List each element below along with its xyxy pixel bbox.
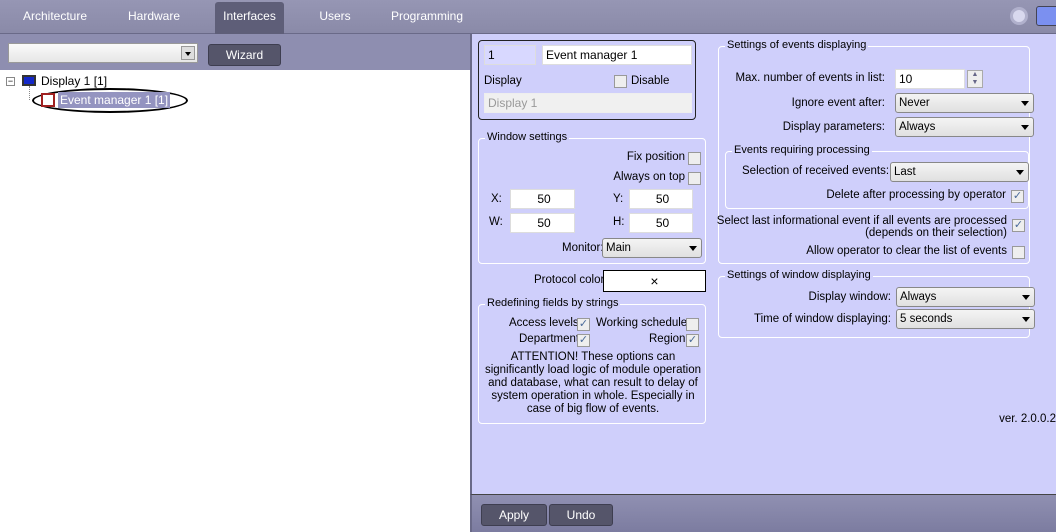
apply-button[interactable]: Apply xyxy=(481,504,547,526)
wizard-button[interactable]: Wizard xyxy=(208,44,281,66)
access-levels-label: Access levels xyxy=(509,317,579,329)
monitor-label: Monitor: xyxy=(562,242,604,254)
monitor-select[interactable]: Main xyxy=(602,238,702,258)
delete-after-checkbox[interactable]: ✓ xyxy=(1011,190,1024,203)
max-events-label: Max. number of events in list: xyxy=(735,72,885,84)
chevron-down-icon xyxy=(1016,170,1024,175)
window-settings-group: Window settings Fix position Always on t… xyxy=(478,131,706,264)
time-label: Time of window displaying: xyxy=(754,313,891,325)
time-select[interactable]: 5 seconds xyxy=(896,309,1035,329)
always-on-top-checkbox[interactable] xyxy=(688,172,701,185)
tree-item-event-manager[interactable]: Event manager 1 [1] xyxy=(58,92,171,108)
events-displaying-group: Settings of events displaying Max. numbe… xyxy=(717,39,1034,264)
working-schedule-label: Working schedule xyxy=(596,317,688,329)
ignore-event-value: Never xyxy=(899,97,930,109)
display-label: Display xyxy=(484,75,522,87)
redefining-group: Redefining fields by strings Access leve… xyxy=(478,297,706,424)
event-manager-icon xyxy=(41,93,55,107)
region-checkbox[interactable]: ✓ xyxy=(686,334,699,347)
max-events-field[interactable]: 10 xyxy=(895,69,965,89)
tab-users[interactable]: Users xyxy=(310,2,360,34)
display-icon xyxy=(22,75,36,86)
display-window-select[interactable]: Always xyxy=(896,287,1035,307)
monitor-value: Main xyxy=(606,242,631,254)
object-box: 1 Event manager 1 Display Disable Displa… xyxy=(478,40,696,120)
ignore-event-label: Ignore event after: xyxy=(791,97,885,109)
toolbar: Wizard xyxy=(0,34,470,70)
tab-interfaces[interactable]: Interfaces xyxy=(215,2,284,34)
requiring-group: Events requiring processing Selection of… xyxy=(725,144,1029,209)
version-label: ver. 2.0.0.2 xyxy=(999,413,1056,425)
tree-line xyxy=(29,86,30,100)
y-field[interactable]: 50 xyxy=(629,189,693,209)
display-select[interactable]: Display 1 xyxy=(484,93,692,113)
top-navigation: Architecture Hardware Interfaces Users P… xyxy=(0,0,1056,34)
allow-clear-checkbox[interactable] xyxy=(1012,246,1025,259)
protocol-color-picker[interactable]: × xyxy=(603,270,706,292)
display-window-label: Display window: xyxy=(808,291,891,303)
display-params-label: Display parameters: xyxy=(782,121,885,133)
time-value: 5 seconds xyxy=(900,313,953,325)
spinner-icon[interactable]: ▲ ▼ xyxy=(967,70,983,88)
select-last-label: Select last informational event if all e… xyxy=(717,215,1007,239)
select-last-line1: Select last informational event if all e… xyxy=(716,215,1007,227)
tab-programming[interactable]: Programming xyxy=(388,2,466,34)
display-window-value: Always xyxy=(900,291,937,303)
bottom-bar: Apply Undo xyxy=(470,494,1056,532)
ignore-event-select[interactable]: Never xyxy=(895,93,1034,113)
object-id-field[interactable]: 1 xyxy=(484,45,536,65)
settings-panel: 1 Event manager 1 Display Disable Displa… xyxy=(470,34,1056,494)
h-field[interactable]: 50 xyxy=(629,213,693,233)
always-on-top-label: Always on top xyxy=(613,171,685,183)
object-select[interactable] xyxy=(8,43,198,63)
department-checkbox[interactable]: ✓ xyxy=(577,334,590,347)
select-last-line2: (depends on their selection) xyxy=(865,227,1007,239)
w-label: W: xyxy=(489,216,503,228)
access-levels-checkbox[interactable]: ✓ xyxy=(577,318,590,331)
undo-button[interactable]: Undo xyxy=(549,504,613,526)
selection-label: Selection of received events: xyxy=(742,165,890,177)
attention-text: ATTENTION! These options can significant… xyxy=(484,351,702,415)
chevron-down-icon xyxy=(1021,101,1029,106)
select-last-checkbox[interactable]: ✓ xyxy=(1012,219,1025,232)
h-label: H: xyxy=(613,216,625,228)
requiring-title: Events requiring processing xyxy=(732,144,872,156)
chevron-down-icon xyxy=(181,46,195,60)
disable-label: Disable xyxy=(631,75,670,87)
working-schedule-checkbox[interactable] xyxy=(686,318,699,331)
settings-gear-icon[interactable] xyxy=(1010,7,1028,25)
collapse-icon[interactable]: − xyxy=(6,77,15,86)
chevron-down-icon xyxy=(1022,317,1030,322)
y-label: Y: xyxy=(613,193,624,205)
display-params-select[interactable]: Always xyxy=(895,117,1034,137)
redefining-title: Redefining fields by strings xyxy=(485,297,621,309)
window-displaying-group: Settings of window displaying Display wi… xyxy=(718,269,1035,338)
fix-position-label: Fix position xyxy=(626,151,685,163)
selection-value: Last xyxy=(894,166,916,178)
selection-select[interactable]: Last xyxy=(890,162,1029,182)
tab-hardware[interactable]: Hardware xyxy=(118,2,190,34)
w-field[interactable]: 50 xyxy=(510,213,575,233)
window-button[interactable] xyxy=(1036,6,1056,26)
fix-position-checkbox[interactable] xyxy=(688,152,701,165)
tree-item-display[interactable]: Display 1 [1] xyxy=(41,74,107,88)
allow-clear-label: Allow operator to clear the list of even… xyxy=(806,245,1007,257)
tab-architecture[interactable]: Architecture xyxy=(14,2,96,34)
object-tree: − Display 1 [1] Event manager 1 [1] xyxy=(0,70,470,532)
object-name-field[interactable]: Event manager 1 xyxy=(542,45,692,65)
region-label: Region xyxy=(649,333,686,345)
delete-after-label: Delete after processing by operator xyxy=(826,189,1006,201)
display-params-value: Always xyxy=(899,121,936,133)
x-field[interactable]: 50 xyxy=(510,189,575,209)
chevron-down-icon xyxy=(689,246,697,251)
chevron-down-icon xyxy=(1022,295,1030,300)
window-displaying-title: Settings of window displaying xyxy=(725,269,873,281)
department-label: Department xyxy=(519,333,580,345)
protocol-color-label: Protocol color: xyxy=(534,274,608,286)
events-displaying-title: Settings of events displaying xyxy=(725,39,869,51)
x-label: X: xyxy=(491,193,502,205)
chevron-down-icon xyxy=(1021,125,1029,130)
window-settings-title: Window settings xyxy=(485,131,570,143)
disable-checkbox[interactable] xyxy=(614,75,627,88)
